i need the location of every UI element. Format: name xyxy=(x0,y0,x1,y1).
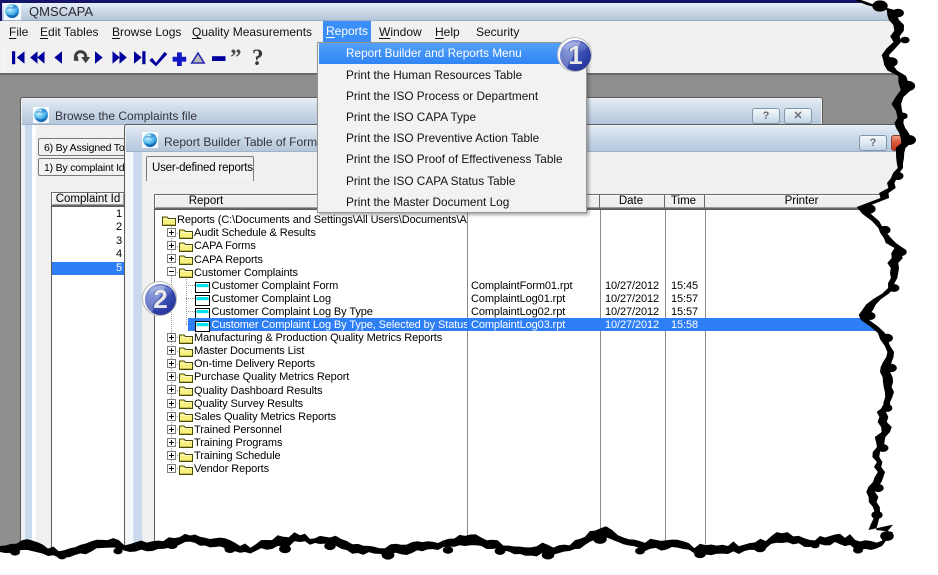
svg-text:”: ” xyxy=(230,45,242,70)
svg-text:?: ? xyxy=(252,45,264,70)
